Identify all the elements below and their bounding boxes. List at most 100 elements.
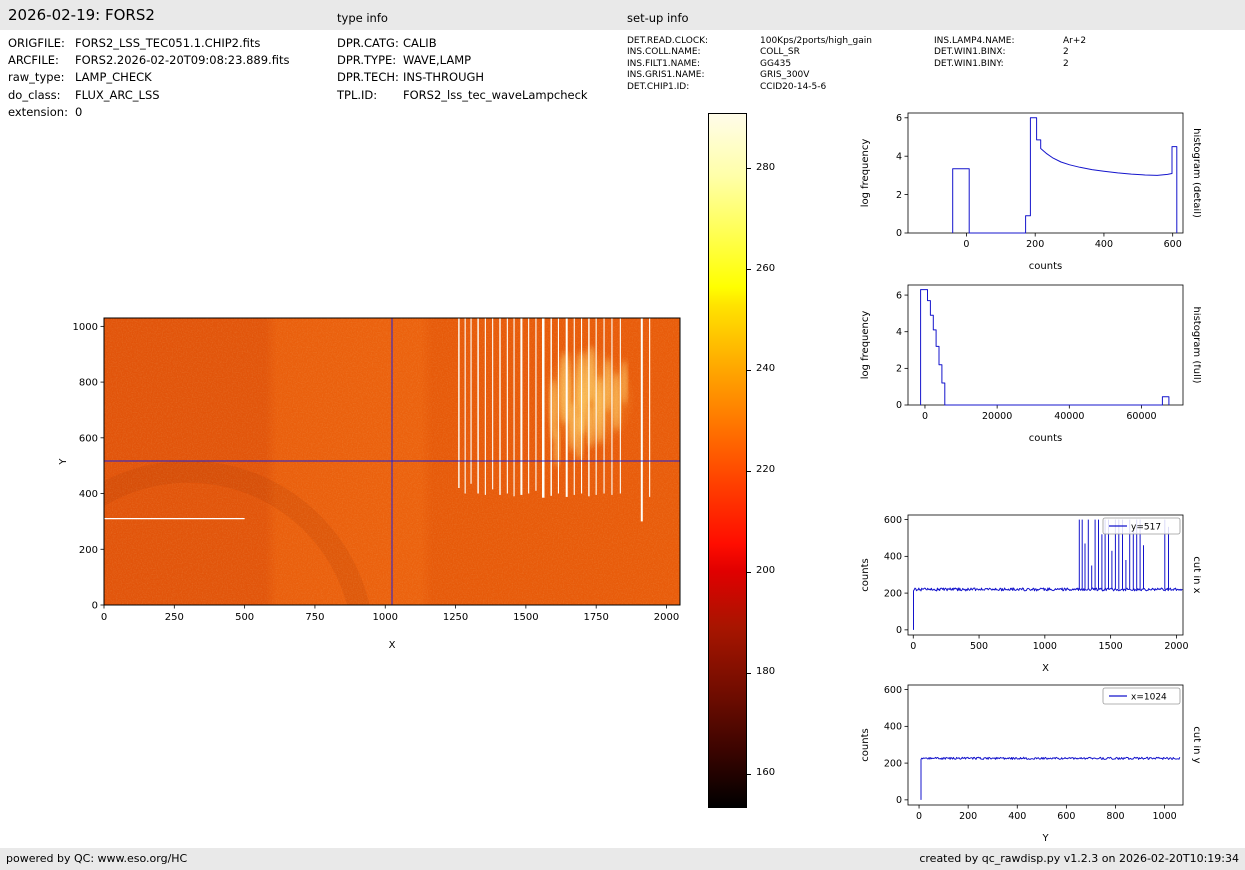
colorbar-tick-mark [747,269,751,270]
meta-row: do_class:FLUX_ARC_LSS [8,87,289,104]
x-tick-label: 40000 [1054,411,1084,422]
meta-value: FLUX_ARC_LSS [75,88,160,102]
colorbar-tick-mark [747,774,751,775]
y-tick-label: 400 [884,552,902,563]
meta-value: GRIS_300V [760,70,809,80]
cut_y-svg: 020040060080010000200400600Ycountscut in… [856,675,1201,845]
emission-stripe [620,318,621,494]
x-tick-label: 0 [910,641,916,652]
x-tick-label: 1000 [373,612,398,623]
meta-label: ORIGFILE: [8,35,75,52]
y-tick-label: 600 [884,515,902,526]
colorbar-tick-label: 240 [756,363,775,374]
meta-value: CALIB [403,36,437,50]
y-tick-label: 2 [896,364,902,375]
meta-row: TPL.ID:FORS2_lss_tec_waveLampcheck [337,87,588,104]
y-tick-label: 2 [896,190,902,201]
emission-stripe [458,318,459,488]
y-axis-label: counts [860,558,871,591]
y-tick-label: 6 [896,290,902,301]
meta-label: INS.COLL.NAME: [627,47,760,58]
raw-image-display: 0250500750100012501500175020000200400600… [50,300,700,655]
meta-label: INS.GRIS1.NAME: [627,70,760,81]
x-tick-label: 1000 [1033,641,1057,652]
meta-value: GG435 [760,59,791,69]
x-tick-label: 2000 [1164,641,1188,652]
type-info-block: DPR.CATG:CALIB DPR.TYPE:WAVE,LAMP DPR.TE… [337,35,588,104]
meta-value: FORS2_lss_tec_waveLampcheck [403,88,588,102]
x-axis-label: X [389,640,396,651]
emission-stripe [604,318,605,494]
y-tick-label: 400 [79,489,98,500]
meta-value: LAMP_CHECK [75,70,152,84]
page-title: 2026-02-19: FORS2 [8,6,155,24]
meta-row: INS.FILT1.NAME:GG435 [627,59,872,70]
y-tick-label: 200 [884,588,902,599]
meta-value: 0 [75,105,82,119]
emission-stripe [649,318,650,497]
right-side-label: cut in y [1191,726,1201,763]
meta-value: 2 [1063,59,1069,69]
right-side-label: histogram (full) [1191,306,1201,383]
x-tick-label: 60000 [1126,411,1156,422]
meta-row: DET.WIN1.BINY:2 [934,59,1086,70]
meta-value: FORS2_LSS_TEC051.1.CHIP2.fits [75,36,260,50]
colorbar-tick-mark [747,168,751,169]
footer-credit-right: created by qc_rawdisp.py v1.2.3 on 2026-… [919,848,1239,870]
y-tick-label: 0 [896,795,902,806]
meta-row: DET.CHIP1.ID:CCID20-14-5-6 [627,82,872,93]
meta-value: Ar+2 [1063,36,1086,46]
emission-stripe [471,318,472,484]
x-tick-label: 800 [1106,811,1124,822]
hist_detail-svg: 02004006000246countslog frequencyhistogr… [856,103,1201,273]
x-tick-label: 0 [963,239,969,250]
header-bar: 2026-02-19: FORS2 type info set-up info [0,0,1245,30]
x-axis-label: counts [1029,433,1062,444]
y-tick-label: 800 [79,378,98,389]
meta-row: raw_type:LAMP_CHECK [8,69,289,86]
raw-image-svg: 0250500750100012501500175020000200400600… [50,300,700,655]
meta-label: TPL.ID: [337,87,403,104]
x-tick-label: 1500 [1099,641,1123,652]
y-tick-label: 0 [896,625,902,636]
meta-row: INS.COLL.NAME:COLL_SR [627,47,872,58]
meta-row: ORIGFILE:FORS2_LSS_TEC051.1.CHIP2.fits [8,35,289,52]
x-tick-label: 1750 [583,612,608,623]
legend-label: y=517 [1131,523,1161,533]
legend-label: x=1024 [1131,693,1167,703]
meta-row: INS.GRIS1.NAME:GRIS_300V [627,70,872,81]
emission-stripe [542,318,545,498]
emission-stripe [611,318,612,495]
emission-stripe [528,318,529,494]
setup-info-right-block: INS.LAMP4.NAME:Ar+2 DET.WIN1.BINX:2 DET.… [934,36,1086,70]
y-tick-label: 0 [896,400,902,411]
y-axis-label: log frequency [860,139,871,208]
x-tick-label: 500 [235,612,254,623]
file-info-block: ORIGFILE:FORS2_LSS_TEC051.1.CHIP2.fits A… [8,35,289,121]
emission-stripe [507,318,508,494]
meta-label: INS.FILT1.NAME: [627,59,760,70]
meta-label: DET.CHIP1.ID: [627,82,760,93]
y-tick-label: 4 [896,151,902,162]
meta-label: do_class: [8,87,75,104]
x-tick-label: 400 [1095,239,1113,250]
x-tick-label: 400 [1008,811,1026,822]
emission-stripe [566,318,568,497]
x-tick-label: 1500 [513,612,538,623]
plot-area [908,285,1183,405]
colorbar-tick-label: 180 [756,666,775,677]
x-tick-label: 0 [922,411,928,422]
histogram-full-chart: 02000040000600000246countslog frequencyh… [856,275,1201,445]
emission-stripe [596,318,597,495]
meta-row: DPR.CATG:CALIB [337,35,588,52]
meta-value: 100Kps/2ports/high_gain [760,36,872,46]
meta-label: DPR.TECH: [337,69,403,86]
image-pixels [50,318,680,655]
plot-area [908,113,1183,233]
meta-value: WAVE,LAMP [403,53,471,67]
colorbar-tick-label: 160 [756,767,775,778]
emission-stripe [535,318,536,491]
x-axis-label: counts [1029,261,1062,272]
colorbar-tick-mark [747,572,751,573]
y-tick-label: 1000 [73,322,98,333]
